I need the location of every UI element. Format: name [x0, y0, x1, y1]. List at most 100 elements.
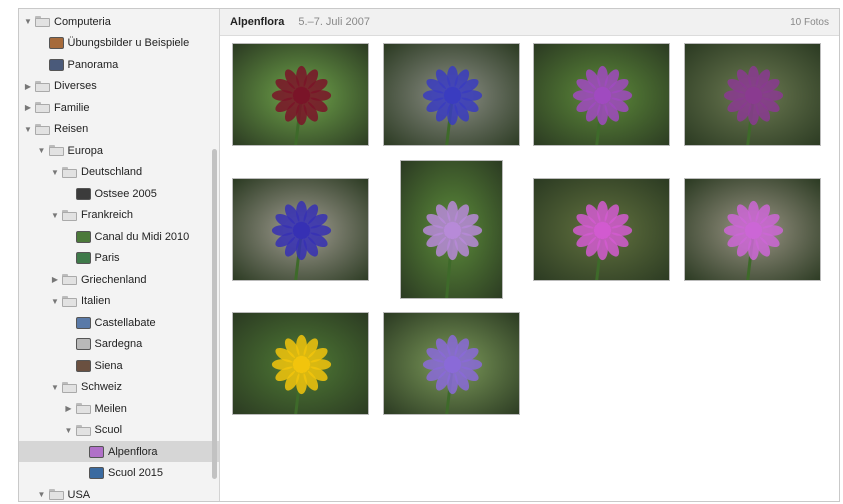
sidebar-item-übungsbilder-u-beispiele[interactable]: ▶Übungsbilder u Beispiele [19, 33, 219, 54]
sidebar-item-deutschland[interactable]: ▼ Deutschland [19, 162, 219, 183]
disclosure-closed-icon[interactable]: ▶ [23, 82, 33, 91]
sidebar-item-paris[interactable]: ▶Paris [19, 248, 219, 269]
album-thumbnail-icon [75, 230, 91, 243]
sidebar-item-label: Schweiz [81, 381, 122, 393]
photo-image [685, 179, 820, 280]
photo-dark-red-orchid[interactable] [232, 43, 369, 146]
photo-image [233, 179, 368, 280]
sidebar-item-label: Alpenflora [108, 445, 158, 458]
photo-woolly-thistle[interactable] [684, 43, 821, 146]
disclosure-open-icon[interactable]: ▼ [50, 168, 60, 177]
photo-count: 10 Fotos [790, 16, 829, 28]
sidebar-item-label: Sardegna [94, 338, 143, 350]
sidebar-item-label: Siena [94, 359, 123, 372]
sidebar-item-meilen[interactable]: ▶ Meilen [19, 398, 219, 419]
photo-pink-thistle-bee[interactable] [533, 178, 670, 281]
sidebar-item-label: Canal du Midi 2010 [94, 230, 190, 243]
sidebar-item-label: USA [67, 488, 91, 501]
sidebar-item-panorama[interactable]: ▶Panorama [19, 54, 219, 75]
sidebar-scrollbar[interactable] [212, 149, 217, 479]
photo-lilac-orchid[interactable] [400, 160, 503, 299]
sidebar-item-europa[interactable]: ▼ Europa [19, 140, 219, 161]
sidebar-item-label: Meilen [94, 402, 127, 415]
sidebar-item-label: Castellabate [94, 316, 156, 329]
sidebar-item-label: Computeria [54, 15, 111, 28]
folder-icon [35, 80, 50, 92]
sidebar-item-label: Reisen [54, 123, 89, 135]
sidebar-item-label: Panorama [67, 58, 119, 71]
sidebar-item-alpenflora[interactable]: ▶Alpenflora [19, 441, 219, 462]
disclosure-open-icon[interactable]: ▼ [50, 211, 60, 220]
folder-icon [75, 424, 91, 436]
sidebar-item-diverses[interactable]: ▶ Diverses [19, 76, 219, 97]
sidebar-item-castellabate[interactable]: ▶Castellabate [19, 312, 219, 333]
sidebar-item-label: Übungsbilder u Beispiele [67, 37, 190, 49]
folder-icon [35, 123, 50, 135]
album-thumbnail-icon [48, 58, 64, 71]
album-thumbnail-icon [48, 37, 64, 49]
photo-violet-bellflower[interactable] [383, 312, 520, 415]
disclosure-open-icon[interactable]: ▼ [50, 383, 60, 392]
photo-image [401, 161, 502, 298]
disclosure-open-icon[interactable]: ▼ [37, 146, 47, 155]
disclosure-closed-icon[interactable]: ▶ [50, 275, 60, 284]
sidebar-item-label: Europa [67, 144, 103, 157]
sidebar-item-usa[interactable]: ▼ USA [19, 484, 219, 501]
photo-image [534, 179, 669, 280]
sidebar-item-label: Familie [54, 101, 90, 114]
sidebar-item-scuol[interactable]: ▼ Scuol [19, 420, 219, 441]
folder-icon [62, 295, 77, 307]
disclosure-open-icon[interactable]: ▼ [37, 490, 47, 499]
photo-image [685, 44, 820, 145]
sidebar-item-familie[interactable]: ▶ Familie [19, 97, 219, 118]
sidebar-item-scuol-2015[interactable]: ▶Scuol 2015 [19, 463, 219, 484]
sidebar-item-label: Frankreich [81, 209, 133, 221]
sidebar: ▼Computeria▶Übungsbilder u Beispiele▶Pan… [19, 9, 220, 501]
album-thumbnail-icon [75, 316, 91, 329]
photo-image [233, 313, 368, 414]
folder-icon [48, 145, 64, 156]
album-thumbnail-icon [75, 252, 91, 264]
sidebar-item-ostsee-2005[interactable]: ▶Ostsee 2005 [19, 183, 219, 204]
photo-blue-rampion-closeup[interactable] [232, 178, 369, 281]
folder-icon [35, 16, 50, 27]
sidebar-item-schweiz[interactable]: ▼ Schweiz [19, 377, 219, 398]
photo-image [384, 44, 519, 145]
disclosure-closed-icon[interactable]: ▶ [64, 404, 74, 413]
album-thumbnail-icon [89, 467, 104, 479]
folder-icon [35, 102, 50, 113]
sidebar-item-computeria[interactable]: ▼ Computeria [19, 11, 219, 32]
disclosure-open-icon[interactable]: ▼ [23, 125, 33, 134]
album-header: Alpenflora 5.–7. Juli 2007 10 Fotos [220, 9, 839, 36]
sidebar-item-siena[interactable]: ▶Siena [19, 355, 219, 376]
photo-thistle-butterfly[interactable] [684, 178, 821, 281]
sidebar-item-label: Paris [94, 252, 120, 264]
sidebar-item-label: Scuol 2015 [108, 467, 164, 479]
album-date: 5.–7. Juli 2007 [298, 16, 370, 28]
photo-image [233, 44, 368, 145]
disclosure-open-icon[interactable]: ▼ [64, 426, 74, 435]
sidebar-item-canal-du-midi-2010[interactable]: ▶Canal du Midi 2010 [19, 226, 219, 247]
folder-icon [62, 274, 77, 285]
sidebar-item-label: Diverses [54, 80, 97, 92]
photo-image [384, 313, 519, 414]
photo-purple-thistle[interactable] [533, 43, 670, 146]
disclosure-open-icon[interactable]: ▼ [50, 297, 60, 306]
sidebar-item-label: Scuol [94, 424, 123, 436]
photo-blue-rampion-rock[interactable] [383, 43, 520, 146]
sidebar-item-sardegna[interactable]: ▶Sardegna [19, 334, 219, 355]
sidebar-item-reisen[interactable]: ▼ Reisen [19, 119, 219, 140]
sidebar-item-label: Griechenland [81, 273, 147, 286]
photos-window: ▼Computeria▶Übungsbilder u Beispiele▶Pan… [18, 8, 840, 502]
album-thumbnail-icon [75, 338, 91, 350]
sidebar-item-frankreich[interactable]: ▼ Frankreich [19, 205, 219, 226]
photo-yellow-flower[interactable] [232, 312, 369, 415]
album-thumbnail-icon [89, 445, 104, 458]
sidebar-item-griechenland[interactable]: ▶ Griechenland [19, 269, 219, 290]
sidebar-item-label: Deutschland [81, 166, 143, 178]
sidebar-item-label: Ostsee 2005 [94, 187, 157, 200]
disclosure-closed-icon[interactable]: ▶ [23, 103, 33, 112]
sidebar-item-italien[interactable]: ▼ Italien [19, 291, 219, 312]
folder-icon [62, 381, 77, 393]
disclosure-open-icon[interactable]: ▼ [23, 17, 33, 26]
